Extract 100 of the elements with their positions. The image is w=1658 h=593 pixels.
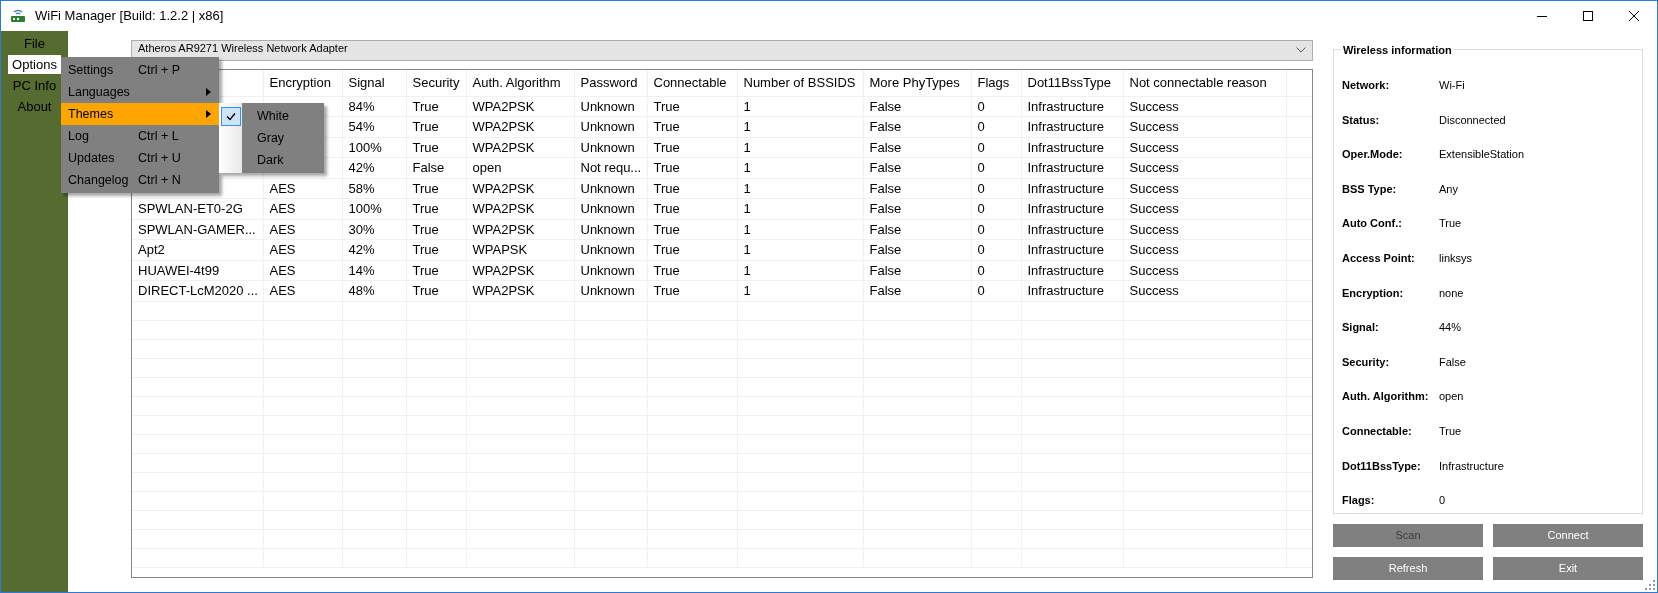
table-cell: Infrastructure bbox=[1027, 201, 1105, 216]
table-cell: WPA2PSK bbox=[472, 221, 535, 237]
field-value: 0 bbox=[1439, 493, 1446, 509]
adapter-dropdown[interactable]: Atheros AR9271 Wireless Network Adapter bbox=[131, 40, 1313, 61]
table-cell: True bbox=[653, 139, 680, 155]
table-cell: 1 bbox=[743, 139, 751, 155]
table-cell: True bbox=[412, 221, 439, 237]
table-cell: True bbox=[653, 180, 680, 196]
table-cell: Success bbox=[1129, 98, 1179, 114]
menu-item[interactable]: Languages bbox=[61, 81, 219, 103]
table-cell: True bbox=[412, 283, 439, 298]
table-cell: 0 bbox=[977, 180, 985, 196]
table-cell: Unknown bbox=[580, 119, 635, 134]
action-button[interactable]: Refresh bbox=[1333, 557, 1483, 580]
table-cell: WPA2PSK bbox=[472, 98, 535, 114]
table-cell: 42% bbox=[348, 160, 375, 175]
maximize-icon bbox=[1583, 11, 1593, 21]
menu-item[interactable]: Themes bbox=[61, 103, 219, 125]
table-cell: True bbox=[653, 221, 680, 237]
table-cell: Success bbox=[1129, 283, 1179, 298]
table-cell: 0 bbox=[977, 262, 985, 278]
column-header[interactable]: Flags bbox=[977, 75, 1010, 90]
table-cell: 1 bbox=[743, 119, 751, 134]
table-cell: 84% bbox=[348, 98, 375, 114]
action-button[interactable]: Exit bbox=[1493, 557, 1643, 580]
submenu-item[interactable]: White bbox=[242, 105, 324, 127]
field-label: Auth. Algorithm: bbox=[1342, 389, 1430, 405]
table-cell: True bbox=[412, 180, 439, 196]
table-cell: 0 bbox=[977, 221, 985, 237]
field-label: Encryption: bbox=[1342, 285, 1405, 301]
table-cell: WPA2PSK bbox=[472, 139, 535, 155]
table-cell: WPA2PSK bbox=[472, 201, 535, 216]
table-cell: Infrastructure bbox=[1027, 139, 1105, 155]
column-header[interactable]: Signal bbox=[348, 75, 385, 90]
submenu-arrow-icon bbox=[206, 110, 211, 118]
table-cell: 1 bbox=[743, 98, 751, 114]
table-cell: Unknown bbox=[580, 262, 635, 278]
table-cell: Unknown bbox=[580, 180, 635, 196]
sidebar-menu-item[interactable]: PC Info bbox=[8, 76, 61, 95]
sidebar-menu-item[interactable]: File bbox=[20, 34, 49, 53]
table-cell: AES bbox=[269, 242, 296, 257]
table-cell: False bbox=[869, 160, 902, 175]
action-button[interactable]: Connect bbox=[1493, 524, 1643, 547]
table-cell: 0 bbox=[977, 98, 985, 114]
table-cell: 30% bbox=[348, 221, 375, 237]
column-header[interactable]: Password bbox=[580, 75, 638, 90]
field-value: Wi-Fi bbox=[1439, 78, 1465, 94]
menu-item[interactable]: Changelog Ctrl + N bbox=[61, 169, 219, 191]
table-cell: 100% bbox=[348, 139, 382, 155]
table-cell: Unknown bbox=[580, 139, 635, 155]
sidebar-menu-item[interactable]: Options bbox=[8, 55, 61, 74]
table-cell: 54% bbox=[348, 119, 375, 134]
table-cell: False bbox=[869, 242, 902, 257]
table-cell: WPAPSK bbox=[472, 242, 528, 257]
column-header[interactable]: Not connectable reason bbox=[1129, 75, 1267, 90]
table-cell: True bbox=[653, 98, 680, 114]
resize-grip-icon[interactable] bbox=[1645, 580, 1655, 590]
submenu-item[interactable]: Gray bbox=[242, 127, 324, 149]
table-cell: 1 bbox=[743, 283, 751, 298]
table-cell: WPA2PSK bbox=[472, 283, 535, 298]
column-header[interactable]: Security bbox=[412, 75, 460, 90]
table-cell: Success bbox=[1129, 262, 1179, 278]
menu-item[interactable]: Settings Ctrl + P bbox=[61, 59, 219, 81]
table-cell: False bbox=[869, 221, 902, 237]
table-cell: SPWLAN-ET0-2G bbox=[138, 201, 243, 216]
field-value: Infrastructure bbox=[1439, 458, 1504, 474]
table-cell: 48% bbox=[348, 283, 375, 298]
table-cell: WPA2PSK bbox=[472, 180, 535, 196]
table-cell: Infrastructure bbox=[1027, 160, 1105, 175]
table-cell: False bbox=[869, 119, 902, 134]
column-header[interactable]: Auth. Algorithm bbox=[472, 75, 561, 90]
table-cell: True bbox=[653, 201, 680, 216]
table-cell: False bbox=[869, 283, 902, 298]
table-cell: Infrastructure bbox=[1027, 242, 1105, 257]
field-label: BSS Type: bbox=[1342, 181, 1398, 197]
field-label: Security: bbox=[1342, 354, 1391, 370]
column-header[interactable]: Number of BSSIDS bbox=[743, 75, 856, 90]
sidebar-menu-item[interactable]: About bbox=[13, 97, 56, 116]
column-header[interactable]: Connectable bbox=[653, 75, 727, 90]
column-header[interactable]: Dot11BssType bbox=[1027, 75, 1112, 90]
table-cell: Unknown bbox=[580, 221, 635, 237]
table-cell: True bbox=[653, 242, 680, 257]
table-cell: True bbox=[412, 119, 439, 134]
field-label: Oper.Mode: bbox=[1342, 147, 1404, 163]
table-cell: True bbox=[653, 160, 680, 175]
menu-item[interactable]: Updates Ctrl + U bbox=[61, 147, 219, 169]
table-cell: Infrastructure bbox=[1027, 98, 1105, 114]
field-label: Connectable: bbox=[1342, 424, 1413, 439]
table-cell: Apt2 bbox=[138, 242, 165, 257]
table-cell: HUAWEI-4t99 bbox=[138, 262, 220, 278]
submenu-item[interactable]: Dark bbox=[242, 149, 324, 171]
field-value: True bbox=[1439, 216, 1462, 232]
table-cell: AES bbox=[269, 283, 296, 298]
table-cell: 0 bbox=[977, 139, 985, 155]
table-cell: False bbox=[869, 180, 902, 196]
column-header[interactable]: Encryption bbox=[269, 75, 331, 90]
table-cell: Success bbox=[1129, 242, 1179, 257]
menu-item[interactable]: Log Ctrl + L bbox=[61, 125, 219, 147]
column-header[interactable]: More PhyTypes bbox=[869, 75, 960, 90]
field-label: Status: bbox=[1342, 112, 1381, 128]
